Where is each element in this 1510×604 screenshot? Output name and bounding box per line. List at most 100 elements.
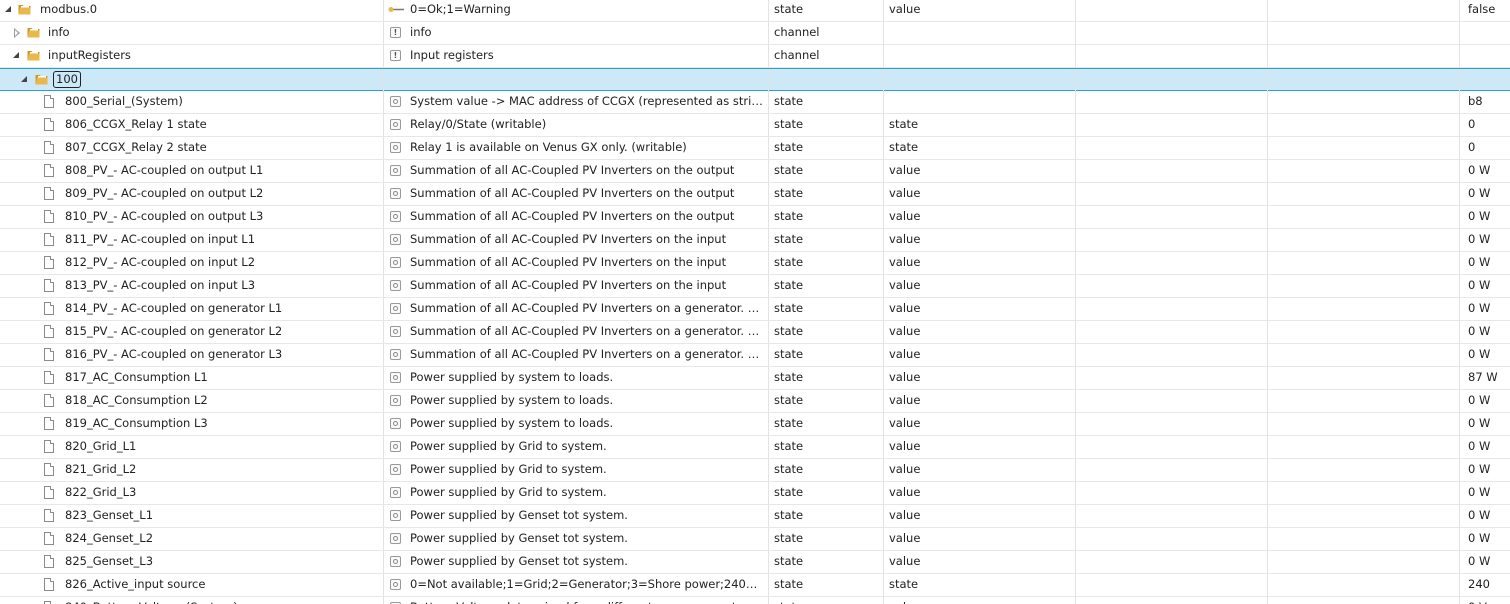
tree-row[interactable]: 811_PV_- AC-coupled on input L1 Summation… bbox=[0, 229, 1510, 252]
value-cell[interactable]: 0 W bbox=[1460, 528, 1510, 550]
object-tree-table[interactable]: modbus.0 0=Ok;1=Warning state value false inf… bbox=[0, 0, 1510, 604]
tree-row[interactable]: 808_PV_- AC-coupled on output L1 Summatio… bbox=[0, 160, 1510, 183]
name-cell[interactable]: 810_PV_- AC-coupled on output L3 bbox=[0, 206, 384, 228]
name-cell[interactable]: 824_Genset_L2 bbox=[0, 528, 384, 550]
function-cell bbox=[1268, 275, 1460, 297]
value-cell[interactable]: 87 W bbox=[1460, 367, 1510, 389]
tree-row[interactable]: 819_AC_Consumption L3 Power supplied by s… bbox=[0, 413, 1510, 436]
name-cell[interactable]: 808_PV_- AC-coupled on output L1 bbox=[0, 160, 384, 182]
name-cell[interactable]: 820_Grid_L1 bbox=[0, 436, 384, 458]
function-cell bbox=[1268, 459, 1460, 481]
name-cell[interactable]: 825_Genset_L3 bbox=[0, 551, 384, 573]
description-cell: Summation of all AC-Coupled PV Inverters… bbox=[384, 344, 769, 366]
value-cell[interactable]: 0 bbox=[1460, 137, 1510, 159]
tree-row[interactable]: 100 bbox=[0, 68, 1510, 91]
tree-row[interactable]: 818_AC_Consumption L2 Power supplied by s… bbox=[0, 390, 1510, 413]
tree-row[interactable]: 812_PV_- AC-coupled on input L2 Summation… bbox=[0, 252, 1510, 275]
tree-row[interactable]: 823_Genset_L1 Power supplied by Genset to… bbox=[0, 505, 1510, 528]
name-cell[interactable]: 826_Active_input source bbox=[0, 574, 384, 596]
name-cell[interactable]: 807_CCGX_Relay 2 state bbox=[0, 137, 384, 159]
description-text: Power supplied by system to loads. bbox=[410, 393, 614, 407]
type-cell: channel bbox=[769, 22, 884, 44]
name-cell[interactable]: 811_PV_- AC-coupled on input L1 bbox=[0, 229, 384, 251]
tree-row[interactable]: 821_Grid_L2 Power supplied by Grid to sys… bbox=[0, 459, 1510, 482]
tree-row[interactable]: 800_Serial_(System) System value -> MAC a… bbox=[0, 91, 1510, 114]
value-cell[interactable]: 0 W bbox=[1460, 551, 1510, 573]
expand-arrow-icon[interactable] bbox=[14, 28, 20, 38]
value-cell[interactable] bbox=[1460, 22, 1510, 44]
name-cell[interactable]: 840_Battery Voltage (System) bbox=[0, 597, 384, 604]
collapse-arrow-icon[interactable] bbox=[13, 52, 19, 58]
tree-row[interactable]: 826_Active_input source 0=Not available;1… bbox=[0, 574, 1510, 597]
role-cell: value bbox=[884, 206, 1076, 228]
tree-row[interactable]: info! info channel bbox=[0, 22, 1510, 45]
tree-row[interactable]: 806_CCGX_Relay 1 state Relay/0/State (wri… bbox=[0, 114, 1510, 137]
value-cell[interactable]: 0 W bbox=[1460, 413, 1510, 435]
tree-row[interactable]: 824_Genset_L2 Power supplied by Genset to… bbox=[0, 528, 1510, 551]
name-cell[interactable]: 822_Grid_L3 bbox=[0, 482, 384, 504]
tree-row[interactable]: 816_PV_- AC-coupled on generator L3 Summa… bbox=[0, 344, 1510, 367]
value-cell[interactable] bbox=[1460, 69, 1510, 91]
collapse-arrow-icon[interactable] bbox=[21, 76, 27, 82]
name-cell[interactable]: 812_PV_- AC-coupled on input L2 bbox=[0, 252, 384, 274]
role-cell: value bbox=[884, 344, 1076, 366]
value-cell[interactable]: 0 bbox=[1460, 114, 1510, 136]
tree-row[interactable]: 814_PV_- AC-coupled on generator L1 Summa… bbox=[0, 298, 1510, 321]
name-cell[interactable]: 823_Genset_L1 bbox=[0, 505, 384, 527]
value-cell[interactable]: 0 W bbox=[1460, 275, 1510, 297]
tree-row[interactable]: 807_CCGX_Relay 2 state Relay 1 is availab… bbox=[0, 137, 1510, 160]
value-cell[interactable] bbox=[1460, 45, 1510, 67]
name-cell[interactable]: 818_AC_Consumption L2 bbox=[0, 390, 384, 412]
name-cell[interactable]: 816_PV_- AC-coupled on generator L3 bbox=[0, 344, 384, 366]
value-cell[interactable]: b8 bbox=[1460, 91, 1510, 113]
channel-icon: ! bbox=[390, 50, 401, 61]
tree-row[interactable]: 810_PV_- AC-coupled on output L3 Summatio… bbox=[0, 206, 1510, 229]
tree-row[interactable]: 809_PV_- AC-coupled on output L2 Summatio… bbox=[0, 183, 1510, 206]
value-cell[interactable]: 0 W bbox=[1460, 344, 1510, 366]
state-file-icon bbox=[44, 279, 54, 292]
value-cell[interactable]: 0 W bbox=[1460, 482, 1510, 504]
name-cell[interactable]: 815_PV_- AC-coupled on generator L2 bbox=[0, 321, 384, 343]
name-cell[interactable]: 819_AC_Consumption L3 bbox=[0, 413, 384, 435]
value-cell[interactable]: 0 W bbox=[1460, 390, 1510, 412]
name-cell[interactable]: 806_CCGX_Relay 1 state bbox=[0, 114, 384, 136]
name-cell[interactable]: 821_Grid_L2 bbox=[0, 459, 384, 481]
value-cell[interactable]: 0 W bbox=[1460, 436, 1510, 458]
tree-row[interactable]: 825_Genset_L3 Power supplied by Genset to… bbox=[0, 551, 1510, 574]
name-cell[interactable]: inputRegisters bbox=[0, 45, 384, 67]
name-cell[interactable]: 814_PV_- AC-coupled on generator L1 bbox=[0, 298, 384, 320]
name-cell[interactable]: 100 bbox=[0, 69, 384, 91]
tree-row[interactable]: 813_PV_- AC-coupled on input L3 Summation… bbox=[0, 275, 1510, 298]
object-name[interactable]: 100 bbox=[53, 71, 81, 88]
value-cell[interactable]: 0 W bbox=[1460, 505, 1510, 527]
value-cell[interactable]: 0 W bbox=[1460, 459, 1510, 481]
value-cell[interactable]: 0 W bbox=[1460, 183, 1510, 205]
name-cell[interactable]: 817_AC_Consumption L1 bbox=[0, 367, 384, 389]
tree-row[interactable]: 817_AC_Consumption L1 Power supplied by s… bbox=[0, 367, 1510, 390]
tree-row[interactable]: modbus.0 0=Ok;1=Warning state value false bbox=[0, 0, 1510, 22]
name-cell[interactable]: 813_PV_- AC-coupled on input L3 bbox=[0, 275, 384, 297]
name-cell[interactable]: 800_Serial_(System) bbox=[0, 91, 384, 113]
value-cell[interactable]: 0 W bbox=[1460, 160, 1510, 182]
collapse-arrow-icon[interactable] bbox=[5, 6, 11, 12]
tree-row[interactable]: 840_Battery Voltage (System) Battery Volt… bbox=[0, 597, 1510, 604]
tree-row[interactable]: 822_Grid_L3 Power supplied by Grid to sys… bbox=[0, 482, 1510, 505]
name-cell[interactable]: modbus.0 bbox=[0, 0, 384, 21]
value-cell[interactable]: 0 W bbox=[1460, 298, 1510, 320]
tree-row[interactable]: inputRegisters! Input registers channel bbox=[0, 45, 1510, 68]
value-cell[interactable]: 0 W bbox=[1460, 206, 1510, 228]
tree-row[interactable]: 815_PV_- AC-coupled on generator L2 Summa… bbox=[0, 321, 1510, 344]
value-cell[interactable]: 0 V bbox=[1460, 597, 1510, 604]
value-cell[interactable]: 240 bbox=[1460, 574, 1510, 596]
value-cell[interactable]: 0 W bbox=[1460, 252, 1510, 274]
value-cell[interactable]: 0 W bbox=[1460, 229, 1510, 251]
value-cell[interactable]: 0 W bbox=[1460, 321, 1510, 343]
tree-row[interactable]: 820_Grid_L1 Power supplied by Grid to sys… bbox=[0, 436, 1510, 459]
name-cell[interactable]: 809_PV_- AC-coupled on output L2 bbox=[0, 183, 384, 205]
name-cell[interactable]: info bbox=[0, 22, 384, 44]
description-cell: 0=Ok;1=Warning bbox=[384, 0, 769, 21]
state-file-icon bbox=[44, 394, 54, 407]
room-cell bbox=[1076, 390, 1268, 412]
role-cell: value bbox=[884, 160, 1076, 182]
value-cell[interactable]: false bbox=[1460, 0, 1510, 21]
